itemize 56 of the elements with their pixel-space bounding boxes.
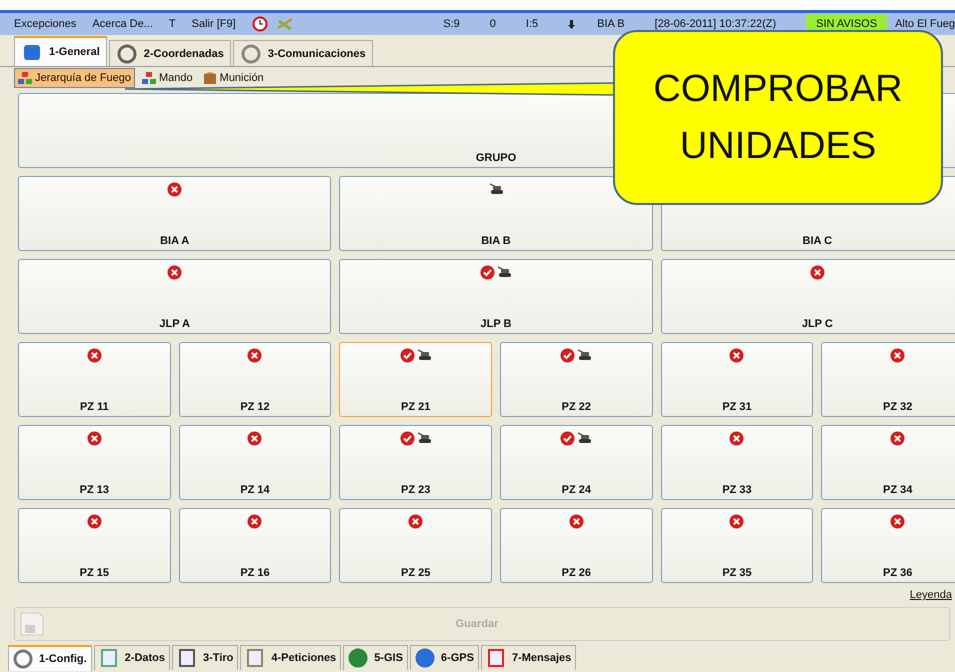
unit-card[interactable]: PZ 13 bbox=[18, 425, 171, 500]
unit-card[interactable]: PZ 32 bbox=[821, 342, 955, 417]
unit-card[interactable]: PZ 26 bbox=[500, 508, 653, 583]
legend-link[interactable]: Leyenda bbox=[910, 589, 952, 603]
unit-card[interactable]: BIA B bbox=[339, 176, 653, 251]
unit-card[interactable]: JLP C bbox=[660, 259, 955, 334]
unit-card[interactable]: JLP B bbox=[339, 259, 653, 334]
unit-card[interactable]: PZ 25 bbox=[339, 508, 492, 583]
unit-card[interactable]: PZ 23 bbox=[339, 425, 492, 500]
menu-item[interactable]: Acerca De... bbox=[92, 18, 153, 30]
down-arrow-icon bbox=[568, 20, 576, 28]
datetime-text: [28-06-2011] 10:37:22(Z) bbox=[654, 18, 776, 30]
document-icon bbox=[245, 648, 266, 668]
tab[interactable]: 7-Mensajes bbox=[480, 645, 576, 670]
callout-tooltip: COMPROBAR UNIDADES bbox=[613, 30, 943, 205]
unit-card[interactable]: PZ 12 bbox=[178, 342, 332, 417]
tab[interactable]: 1-General bbox=[14, 36, 107, 66]
tab[interactable]: 2-Coordenadas bbox=[108, 40, 231, 66]
tab[interactable]: 3-Comunicaciones bbox=[232, 40, 373, 66]
unit-card[interactable]: PZ 16 bbox=[178, 508, 332, 583]
tab[interactable]: 4-Peticiones bbox=[240, 645, 342, 670]
tab[interactable]: 2-Datos bbox=[94, 645, 170, 670]
tab[interactable]: 1-Config. bbox=[8, 645, 92, 671]
unit-card[interactable]: PZ 24 bbox=[500, 425, 653, 500]
document-icon bbox=[486, 648, 506, 668]
unit-card[interactable]: PZ 14 bbox=[178, 425, 332, 500]
unit-card[interactable]: PZ 35 bbox=[660, 508, 814, 583]
unit-card[interactable]: PZ 34 bbox=[821, 425, 955, 500]
unit-card[interactable]: PZ 11 bbox=[18, 342, 171, 417]
status-text: S:9 bbox=[443, 18, 460, 30]
unit-card[interactable]: PZ 21 bbox=[339, 342, 492, 417]
tab[interactable]: 5-GIS bbox=[343, 645, 408, 670]
tab[interactable]: 6-GPS bbox=[410, 645, 479, 670]
document-icon bbox=[98, 648, 119, 668]
tab[interactable]: 3-Tiro bbox=[172, 645, 238, 670]
unit-card[interactable]: PZ 15 bbox=[18, 508, 171, 583]
menu-item[interactable]: T bbox=[168, 18, 176, 30]
status-text: I:5 bbox=[526, 18, 538, 30]
menu-item[interactable]: Salir [F9] bbox=[192, 18, 236, 30]
clock-icon[interactable] bbox=[252, 16, 268, 32]
unit-card[interactable]: PZ 22 bbox=[500, 342, 653, 417]
subtab[interactable]: Mando bbox=[139, 69, 196, 87]
unit-card[interactable]: PZ 36 bbox=[821, 508, 955, 583]
mode-text: Alto El Fueg bbox=[895, 18, 955, 30]
unit-card[interactable]: PZ 31 bbox=[660, 342, 814, 417]
unit-card[interactable]: JLP A bbox=[18, 259, 332, 334]
status-text: 0 bbox=[490, 18, 496, 30]
menu-item[interactable]: Excepciones bbox=[14, 18, 76, 30]
box-icon bbox=[202, 71, 217, 85]
subtab[interactable]: Jerarquía de Fuego bbox=[14, 68, 136, 88]
unit-card[interactable]: BIA A bbox=[18, 176, 332, 251]
hierarchy-icon bbox=[142, 71, 156, 85]
unit-text: BIA B bbox=[597, 18, 625, 30]
unit-card[interactable]: PZ 33 bbox=[660, 425, 814, 500]
document-icon bbox=[177, 648, 198, 668]
hierarchy-icon bbox=[18, 71, 32, 85]
